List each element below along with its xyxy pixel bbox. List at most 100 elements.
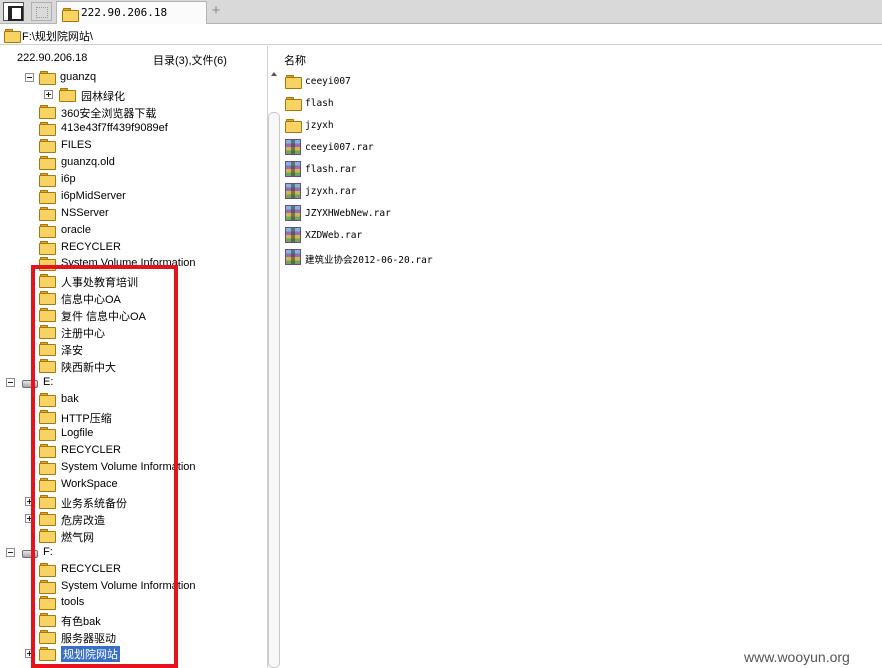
file-name: flash [305,98,334,109]
tree-item[interactable]: RECYCLER [0,561,260,578]
folder-icon [39,121,56,136]
tree-item[interactable]: 413e43f7ff439f9089ef [0,120,260,137]
drive-node[interactable]: E: [0,374,260,391]
tree-item[interactable]: oracle [0,222,260,239]
scroll-up-arrow-icon[interactable] [271,72,277,76]
tree-item[interactable]: System Volume Information [0,459,260,476]
expand-icon[interactable] [25,496,34,506]
tree-scrollbar[interactable] [267,46,280,668]
watermark: www.wooyun.org [744,649,850,665]
tab-bar: 222.90.206.18 + [0,0,882,24]
tree-item-label: RECYCLER [61,443,121,456]
tree-item-label: oracle [61,223,91,236]
name-column-header[interactable]: 名称 [284,52,306,68]
tree-item-label: 服务器驱动 [61,633,116,646]
folder-icon [39,341,56,357]
tree-item[interactable]: 规划院网站 [0,645,260,663]
current-path: F:\规划院网站\ [22,31,93,43]
folder-icon [39,528,56,543]
folder-icon [39,155,56,170]
folder-icon [4,28,21,43]
file-name: XZDWeb.rar [305,230,363,241]
tree-item-label: Logfile [61,426,94,439]
tree-item-label: 复件 信息中心OA [61,311,146,324]
tree-item-label: 信息中心OA [61,294,121,307]
add-tab-button[interactable]: + [208,3,224,19]
tree-item[interactable]: i6pMidServer [0,188,260,205]
tree-item[interactable]: 注册中心 [0,323,260,340]
tree-item-label: HTTP压缩 [61,413,112,425]
panel-toggle-button[interactable] [3,2,24,21]
tree-item[interactable]: bak [0,391,260,408]
tree-item[interactable]: 陕西新中大 [0,357,260,374]
tree-item[interactable]: 泽安 [0,340,260,357]
folder-icon [39,511,56,526]
folder-icon [59,87,76,102]
tree-item-label: 注册中心 [61,328,105,341]
folder-icon [39,646,56,662]
folder-icon [39,307,56,323]
folder-icon [39,206,56,221]
tree-item-label: 360安全浏览器下载 [61,107,157,120]
folder-icon [39,358,56,374]
tree-item[interactable]: 信息中心OA [0,289,260,306]
collapse-icon[interactable] [6,378,15,388]
file-name: JZYXHWebNew.rar [305,208,391,219]
tree-item[interactable]: tools [0,594,260,611]
folder-icon [39,562,56,577]
tree-item[interactable]: guanzq.old [0,154,260,171]
tree-item[interactable]: 360安全浏览器下载 [0,103,260,120]
tree-item[interactable]: 燃气网 [0,527,260,544]
tree-item[interactable]: WorkSpace [0,476,260,493]
tree-item-label: bak [61,393,79,406]
expand-icon[interactable] [25,649,34,659]
tree-item-label: 业务系统备份 [61,497,127,510]
expand-icon[interactable] [25,513,34,523]
path-bar[interactable]: F:\规划院网站\ [0,24,882,45]
folder-icon [39,629,56,645]
tree-item[interactable]: RECYCLER [0,239,260,256]
collapse-icon[interactable] [25,73,34,82]
file-name: flash.rar [305,164,357,175]
tree-item-label: RECYCLER [61,240,121,253]
tree-item-label: F: [43,545,53,558]
folder-icon [39,477,56,492]
folder-icon [285,74,302,89]
rar-icon [285,183,301,199]
new-window-button[interactable] [31,2,52,21]
tree-item-label: guanzq.old [61,155,115,168]
drive-icon [21,378,38,389]
tree-item[interactable]: 复件 信息中心OA [0,306,260,323]
folder-icon [39,138,56,153]
folder-icon [39,273,56,289]
scrollbar-thumb[interactable] [268,112,280,668]
tree-item[interactable]: FILES [0,137,260,154]
folder-icon [39,579,56,594]
folder-icon [39,240,56,255]
tree-item[interactable]: 有色bak [0,611,260,628]
tree-item[interactable]: Logfile [0,425,260,442]
tree-item-label: 陕西新中大 [61,362,116,375]
tree-item[interactable]: System Volume Information [0,255,260,272]
tree-item[interactable]: 危房改造 [0,510,260,527]
folder-icon [39,189,56,204]
collapse-icon[interactable] [6,547,15,557]
expand-icon[interactable] [44,89,53,99]
tree-item[interactable]: 园林绿化 [0,86,260,103]
tree-item[interactable]: 人事处教育培训 [0,272,260,289]
tree-item[interactable]: RECYCLER [0,442,260,459]
tree-item[interactable]: guanzq [0,69,260,86]
tree-item[interactable]: HTTP压缩 [0,408,260,425]
folder-icon [285,96,302,111]
folder-icon [39,104,56,119]
tree-item[interactable]: NSServer [0,205,260,222]
tree-item[interactable]: 服务器驱动 [0,628,260,645]
tree-item-label: 规划院网站 [61,646,120,663]
tree-item[interactable]: i6p [0,171,260,188]
tree-item[interactable]: System Volume Information [0,578,260,595]
folder-icon [39,70,56,85]
tab-connection[interactable]: 222.90.206.18 [56,1,207,24]
drive-node[interactable]: F: [0,544,260,561]
tree-item-label: 有色bak [61,616,101,629]
tree-item[interactable]: 业务系统备份 [0,493,260,510]
